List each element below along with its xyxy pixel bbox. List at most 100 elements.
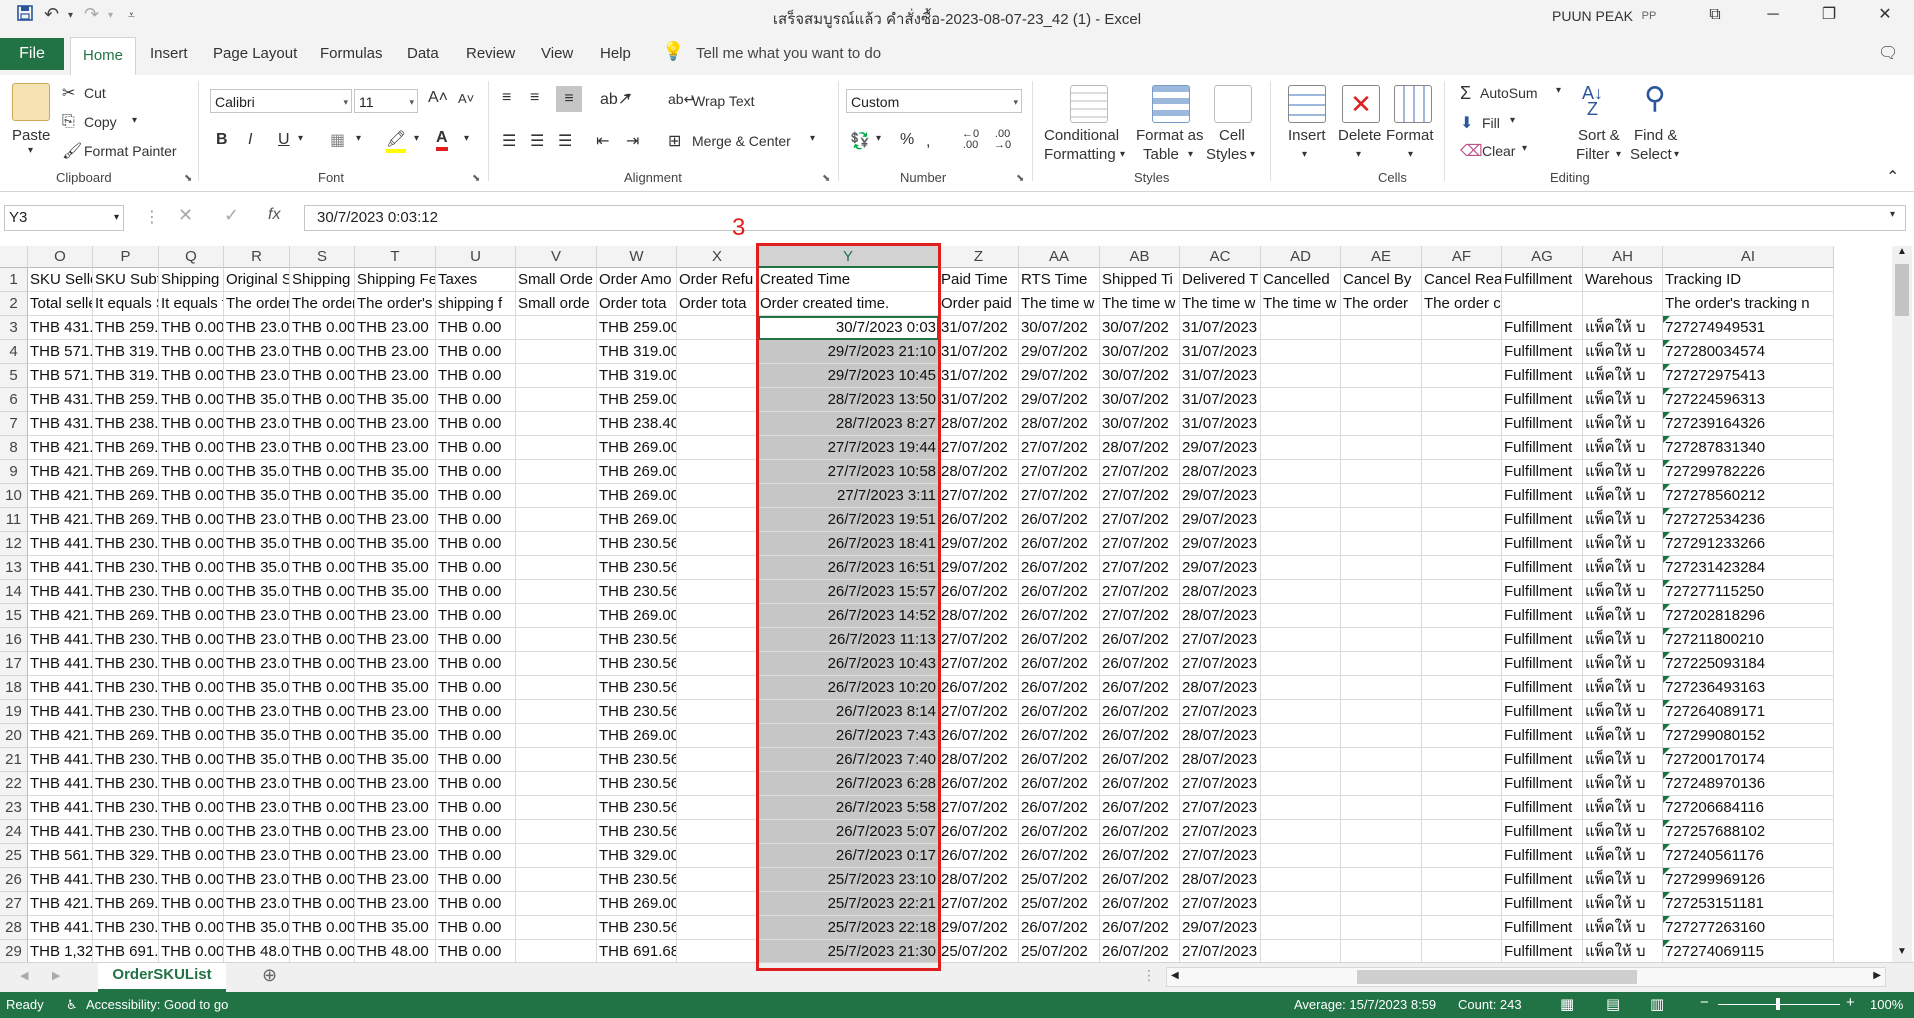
tab-insert[interactable]: Insert <box>150 45 188 62</box>
more-options-icon[interactable]: ⋮ <box>144 207 160 227</box>
page-layout-view-icon[interactable]: ▤ <box>1606 995 1620 1013</box>
data-cell[interactable]: THB 23.00 <box>355 796 436 820</box>
data-cell[interactable]: 26/07/202 <box>939 772 1019 796</box>
data-cell[interactable]: 30/07/202 <box>1019 316 1100 340</box>
data-cell[interactable]: แพ็คให้ บ <box>1583 676 1663 700</box>
header-cell[interactable]: Shipping Fe <box>290 268 355 292</box>
data-cell[interactable]: THB 0.00 <box>436 316 516 340</box>
data-cell[interactable]: THB 230.5 <box>93 796 159 820</box>
data-cell[interactable] <box>516 724 597 748</box>
data-cell[interactable] <box>516 412 597 436</box>
data-cell[interactable]: แพ็คให้ บ <box>1583 844 1663 868</box>
data-cell[interactable]: 727257688102 <box>1663 820 1834 844</box>
data-cell[interactable]: 29/07/2023 16:00:08 <box>1180 484 1261 508</box>
data-cell[interactable]: THB 23.00 <box>224 412 290 436</box>
row-header[interactable]: 14 <box>0 580 28 604</box>
header-cell[interactable]: Tracking ID <box>1663 268 1834 292</box>
description-cell[interactable]: Order tota <box>677 292 758 316</box>
data-cell[interactable]: THB 0.00 <box>290 460 355 484</box>
middle-align-icon[interactable]: ≡ <box>530 89 539 107</box>
data-cell[interactable]: THB 35.00 <box>355 532 436 556</box>
user-name[interactable]: PUUN PEAK <box>1552 8 1633 24</box>
data-cell[interactable]: 26/07/202 <box>1019 772 1100 796</box>
data-cell[interactable]: THB 0.00 <box>159 844 224 868</box>
data-cell[interactable]: THB 441.0 <box>28 748 93 772</box>
data-cell[interactable]: THB 441.0 <box>28 868 93 892</box>
data-cell[interactable]: 26/07/202 <box>1019 508 1100 532</box>
data-cell[interactable]: THB 0.00 <box>436 892 516 916</box>
data-cell[interactable] <box>677 580 758 604</box>
data-cell[interactable]: THB 23.00 <box>224 796 290 820</box>
data-cell[interactable]: Fulfillment <box>1502 868 1583 892</box>
error-indicator-icon[interactable] <box>1663 436 1670 443</box>
paste-icon[interactable] <box>12 83 50 121</box>
data-cell[interactable]: THB 35.00 <box>224 916 290 940</box>
data-cell[interactable]: แพ็คให้ บ <box>1583 796 1663 820</box>
data-cell[interactable]: THB 23.00 <box>355 700 436 724</box>
data-cell[interactable]: THB 1,323 <box>28 940 93 964</box>
data-cell[interactable]: Fulfillment <box>1502 724 1583 748</box>
data-cell[interactable]: THB 0.00 <box>159 388 224 412</box>
data-cell[interactable]: THB 269.00 <box>597 892 677 916</box>
formula-input[interactable]: 30/7/2023 0:03:12 <box>304 205 1906 231</box>
data-cell[interactable]: THB 230.5 <box>93 868 159 892</box>
data-cell[interactable] <box>677 460 758 484</box>
increase-decimal-icon[interactable]: ←0.00 <box>962 129 979 151</box>
data-cell[interactable] <box>677 436 758 460</box>
data-cell[interactable]: 28/07/2023 12:13:17 <box>1180 724 1261 748</box>
data-cell[interactable]: 26/07/202 <box>1019 796 1100 820</box>
column-header-ah[interactable]: AH <box>1583 246 1663 268</box>
data-cell[interactable] <box>516 628 597 652</box>
data-cell[interactable] <box>1261 796 1341 820</box>
data-cell[interactable]: THB 0.00 <box>436 340 516 364</box>
data-cell[interactable]: THB 230.56 <box>597 532 677 556</box>
percent-icon[interactable]: % <box>900 131 914 149</box>
data-cell[interactable]: THB 0.00 <box>436 484 516 508</box>
data-cell[interactable]: THB 329.00 <box>597 844 677 868</box>
autosum-dropdown-icon[interactable]: ▾ <box>1556 85 1561 96</box>
description-cell[interactable] <box>1583 292 1663 316</box>
add-sheet-icon[interactable]: ⊕ <box>262 965 277 986</box>
data-cell[interactable]: THB 421.0 <box>28 484 93 508</box>
data-cell[interactable] <box>677 820 758 844</box>
data-cell[interactable]: THB 0.00 <box>159 340 224 364</box>
data-cell[interactable]: THB 23.00 <box>355 436 436 460</box>
header-cell[interactable]: Cancel By <box>1341 268 1422 292</box>
row-header[interactable]: 4 <box>0 340 28 364</box>
horizontal-scroll-thumb[interactable] <box>1357 970 1637 984</box>
data-cell[interactable]: 25/07/202 <box>1019 868 1100 892</box>
tab-home[interactable]: Home <box>70 37 136 76</box>
data-cell[interactable]: THB 230.56 <box>597 652 677 676</box>
data-cell[interactable]: THB 431.0 <box>28 388 93 412</box>
data-cell[interactable]: 27/07/2023 11:18:22 <box>1180 796 1261 820</box>
column-header-s[interactable]: S <box>290 246 355 268</box>
data-cell[interactable]: THB 230.5 <box>93 820 159 844</box>
data-cell[interactable]: 27/07/2023 20:44:44 <box>1180 892 1261 916</box>
column-header-o[interactable]: O <box>28 246 93 268</box>
data-cell[interactable] <box>1422 916 1502 940</box>
data-cell[interactable]: Fulfillment <box>1502 532 1583 556</box>
avatar[interactable]: PP <box>1636 5 1662 27</box>
header-cell[interactable]: Original Sh <box>224 268 290 292</box>
row-header[interactable]: 1 <box>0 268 28 292</box>
error-indicator-icon[interactable] <box>1663 892 1670 899</box>
paste-button[interactable]: Paste <box>12 127 50 144</box>
row-header[interactable]: 20 <box>0 724 28 748</box>
data-cell[interactable]: THB 230.56 <box>597 676 677 700</box>
data-cell[interactable]: THB 441.0 <box>28 676 93 700</box>
data-cell[interactable] <box>1422 436 1502 460</box>
data-cell[interactable] <box>1341 460 1422 484</box>
data-cell[interactable]: THB 0.00 <box>159 724 224 748</box>
cancel-entry-icon[interactable]: ✕ <box>178 205 193 226</box>
font-color-dropdown-icon[interactable]: ▾ <box>464 133 469 144</box>
error-indicator-icon[interactable] <box>1663 844 1670 851</box>
select-all-corner[interactable] <box>0 246 28 268</box>
header-cell[interactable]: Small Orde <box>516 268 597 292</box>
data-cell[interactable]: THB 0.00 <box>290 580 355 604</box>
data-cell[interactable]: THB 0.00 <box>290 508 355 532</box>
column-header-x[interactable]: X <box>677 246 758 268</box>
data-cell[interactable] <box>1341 580 1422 604</box>
data-cell[interactable]: THB 0.00 <box>290 820 355 844</box>
data-cell[interactable]: Fulfillment <box>1502 484 1583 508</box>
row-header[interactable]: 26 <box>0 868 28 892</box>
